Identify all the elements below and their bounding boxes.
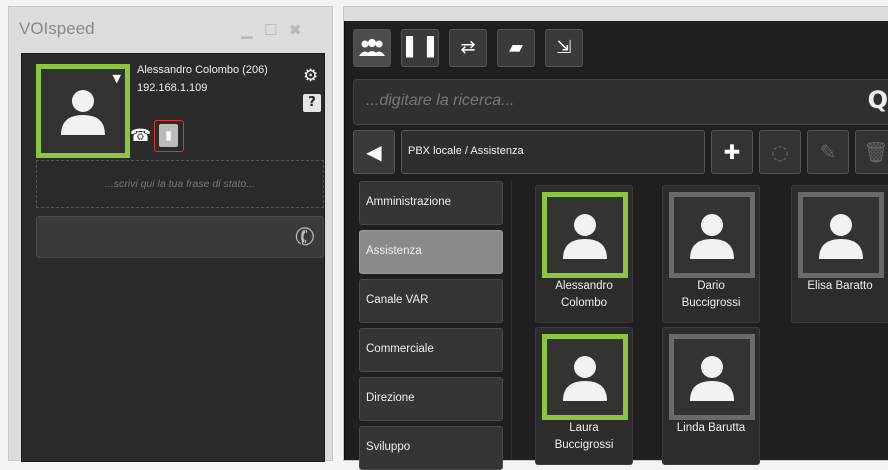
toolbar-transfer-button[interactable]: ⇄ bbox=[449, 29, 487, 67]
contacts-panel: ▌▐ ⇄ ▰ ⇲ ...digitare la ricerca... Q ◀ P… bbox=[344, 21, 888, 470]
chat-icon: ▰ bbox=[509, 37, 523, 58]
search-bar[interactable]: ...digitare la ricerca... Q bbox=[353, 79, 888, 125]
back-button[interactable]: ◀ bbox=[353, 130, 395, 174]
breadcrumb: PBX locale / Assistenza bbox=[401, 130, 705, 174]
contact-card[interactable]: Alessandro Colombo bbox=[535, 185, 633, 323]
transfer-icon: ⇄ bbox=[460, 37, 476, 58]
contact-card[interactable]: Laura Buccigrossi bbox=[535, 327, 633, 465]
user-panel: ▼ Alessandro Colombo (206) 192.168.1.109… bbox=[21, 53, 325, 462]
delete-button[interactable]: 🗑 bbox=[855, 130, 888, 174]
search-icon[interactable]: Q bbox=[868, 86, 888, 114]
handset-icon[interactable]: ✆ bbox=[291, 220, 319, 253]
group-label: Sviluppo bbox=[366, 441, 411, 453]
title-bar[interactable]: VOIspeed ▁ ☐ ✖ bbox=[9, 7, 332, 53]
contact-name-line1: Alessandro bbox=[555, 280, 613, 292]
group-item[interactable]: Canale VAR bbox=[359, 279, 503, 323]
mobile-phone-icon: ▮ bbox=[159, 124, 178, 147]
contact-avatar bbox=[669, 192, 755, 278]
gear-icon[interactable]: ⚙ bbox=[303, 66, 318, 86]
person-icon bbox=[563, 356, 607, 401]
group-label: Assistenza bbox=[366, 245, 422, 257]
contacts-icon bbox=[359, 39, 385, 56]
contact-name: Alessandro Colombo bbox=[536, 278, 632, 312]
person-icon bbox=[819, 214, 863, 259]
group-item[interactable]: Amministrazione bbox=[359, 181, 503, 225]
voispeed-window: VOIspeed ▁ ☐ ✖ ▼ Alessandro Colombo (206… bbox=[8, 6, 333, 462]
contact-name: Elisa Baratto bbox=[792, 278, 888, 295]
toolbar-chat-button[interactable]: ▰ bbox=[497, 29, 535, 67]
user-name: Alessandro Colombo (206) bbox=[137, 64, 268, 76]
contact-card[interactable]: Linda Barutta bbox=[662, 327, 760, 465]
edit-icon: ✎ bbox=[819, 140, 837, 164]
person-icon bbox=[61, 90, 105, 135]
search-input[interactable]: ...digitare la ricerca... bbox=[366, 92, 515, 110]
contact-name: Linda Barutta bbox=[663, 420, 759, 437]
contact-name: Laura Buccigrossi bbox=[536, 420, 632, 454]
group-item[interactable]: Sviluppo bbox=[359, 426, 503, 470]
mobile-device-button[interactable]: ▮ bbox=[154, 120, 184, 152]
toolbar-phonebook-button[interactable]: ▌▐ bbox=[401, 29, 439, 67]
conference-icon: ◌ bbox=[771, 140, 789, 164]
contact-name-line2: Buccigrossi bbox=[681, 297, 741, 309]
toolbar-contacts-button[interactable] bbox=[353, 29, 391, 67]
group-item[interactable]: Commerciale bbox=[359, 328, 503, 372]
toolbar-export-button[interactable]: ⇲ bbox=[545, 29, 583, 67]
person-icon bbox=[690, 356, 734, 401]
group-item[interactable]: Direzione bbox=[359, 377, 503, 421]
window-title: VOIspeed bbox=[19, 19, 95, 38]
contact-name-line1: Linda Barutta bbox=[676, 422, 746, 434]
back-arrow-icon: ◀ bbox=[366, 140, 382, 164]
group-label: Direzione bbox=[366, 392, 415, 404]
group-label: Commerciale bbox=[366, 343, 434, 355]
person-icon bbox=[563, 214, 607, 259]
contact-avatar bbox=[669, 334, 755, 420]
conference-button[interactable]: ◌ bbox=[759, 130, 801, 174]
contact-avatar bbox=[542, 334, 628, 420]
close-icon[interactable]: ✖ bbox=[289, 21, 302, 39]
contact-avatar bbox=[798, 192, 884, 278]
avatar[interactable]: ▼ bbox=[36, 64, 130, 158]
help-icon[interactable]: ? bbox=[303, 94, 321, 112]
maximize-icon[interactable]: ☐ bbox=[264, 21, 277, 39]
divider bbox=[511, 181, 512, 460]
contact-card[interactable]: Elisa Baratto bbox=[791, 185, 888, 323]
edit-button[interactable]: ✎ bbox=[807, 130, 849, 174]
add-icon: ✚ bbox=[723, 140, 741, 164]
group-label: Amministrazione bbox=[366, 196, 451, 208]
contact-card[interactable]: Dario Buccigrossi bbox=[662, 185, 760, 323]
delete-icon: 🗑 bbox=[863, 140, 888, 164]
breadcrumb-path: PBX locale / Assistenza bbox=[408, 145, 524, 157]
contacts-window: ▌▐ ⇄ ▰ ⇲ ...digitare la ricerca... Q ◀ P… bbox=[343, 6, 888, 470]
contact-name-line2: Buccigrossi bbox=[554, 439, 614, 451]
status-message-input[interactable]: ...scrivi qui la tua frase di stato... bbox=[36, 160, 324, 208]
group-label: Canale VAR bbox=[366, 294, 429, 306]
contact-name-line1: Dario bbox=[697, 280, 725, 292]
contact-avatar bbox=[542, 192, 628, 278]
contact-name-line2: Colombo bbox=[560, 297, 608, 309]
person-icon bbox=[690, 214, 734, 259]
dropdown-arrow-icon[interactable]: ▼ bbox=[113, 72, 121, 85]
add-button[interactable]: ✚ bbox=[711, 130, 753, 174]
user-ip: 192.168.1.109 bbox=[137, 82, 208, 94]
desk-phone-icon[interactable]: ☎ bbox=[130, 126, 151, 146]
contact-name-line1: Laura bbox=[569, 422, 599, 434]
phonebook-icon: ▌▐ bbox=[406, 37, 434, 58]
export-icon: ⇲ bbox=[556, 37, 572, 58]
group-item[interactable]: Assistenza bbox=[359, 230, 503, 274]
contact-name-line1: Elisa Baratto bbox=[807, 280, 873, 292]
minimize-icon[interactable]: ▁ bbox=[241, 21, 253, 39]
dial-bar[interactable]: ✆ bbox=[36, 216, 324, 258]
contact-name: Dario Buccigrossi bbox=[663, 278, 759, 312]
